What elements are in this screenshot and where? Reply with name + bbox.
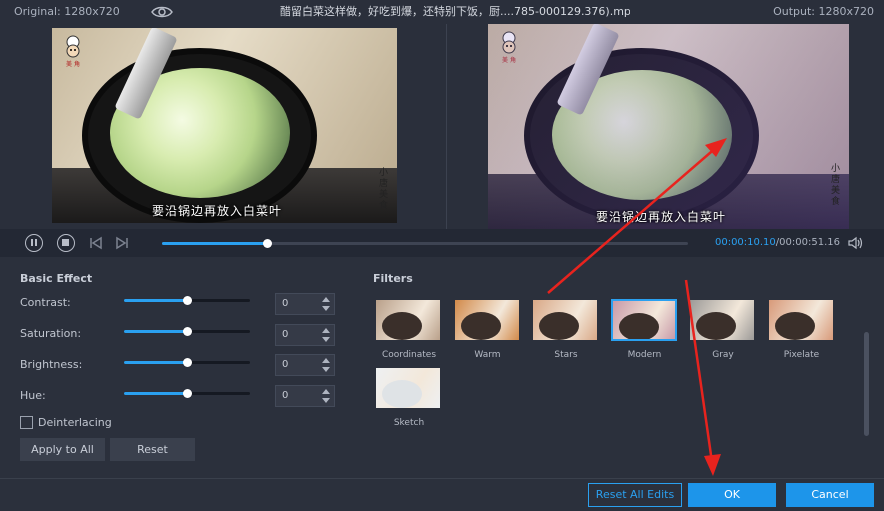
filters-title: Filters [373,272,413,285]
filter-warm[interactable]: Warm [454,299,522,360]
filter-thumbnail[interactable] [375,299,441,341]
reset-all-edits-button[interactable]: Reset All Edits [588,483,682,507]
filter-stars[interactable]: Stars [532,299,600,360]
saturation-stepper[interactable]: 0 [275,324,335,346]
hue-stepper[interactable]: 0 [275,385,335,407]
cancel-button[interactable]: Cancel [786,483,874,507]
svg-text:美 角: 美 角 [66,60,80,68]
playback-time: 00:00:10.10/00:00:51.16 [715,237,840,248]
vertical-watermark: 小唐美食 [379,168,389,211]
pause-button[interactable] [25,234,43,252]
filter-name: Pixelate [783,350,820,360]
decrement-arrow-icon[interactable] [322,306,330,311]
brightness-slider[interactable] [124,358,250,367]
vertical-watermark: 小唐美食 [831,164,841,207]
previous-frame-icon[interactable] [89,236,103,250]
video-subtitle: 要沿锅边再放入白菜叶 [596,210,727,224]
filter-thumbnail[interactable] [375,367,441,409]
effect-panel: Basic Effect Contrast: 0 Saturation: 0 B… [0,257,884,478]
decrement-arrow-icon[interactable] [322,398,330,403]
reset-button[interactable]: Reset [110,438,195,461]
brightness-stepper[interactable]: 0 [275,354,335,376]
decrement-arrow-icon[interactable] [322,337,330,342]
ok-button[interactable]: OK [688,483,776,507]
increment-arrow-icon[interactable] [322,389,330,394]
playback-progress-track[interactable] [162,239,688,248]
stop-button[interactable] [57,234,75,252]
filter-sketch[interactable]: Sketch [375,367,443,428]
deinterlacing-label: Deinterlacing [38,416,112,429]
playback-progress-handle[interactable] [263,239,273,248]
original-video-preview: 美 角 小唐美食 要沿锅边再放入白菜叶 [52,28,397,223]
hue-slider[interactable] [124,389,250,398]
apply-to-all-button[interactable]: Apply to All [20,438,105,461]
filter-thumbnail[interactable] [454,299,520,341]
chef-logo-icon: 美 角 [66,35,80,68]
filter-name: Stars [554,350,578,360]
filter-name: Modern [627,350,662,360]
filter-gray[interactable]: Gray [689,299,757,360]
filter-pixelate[interactable]: Pixelate [768,299,836,360]
dialog-footer: Reset All Edits OK Cancel [0,478,884,511]
deinterlacing-checkbox[interactable] [20,416,33,429]
hue-slider-handle[interactable] [183,389,192,398]
increment-arrow-icon[interactable] [322,328,330,333]
contrast-slider[interactable] [124,296,250,305]
filter-name: Coordinates [381,350,437,360]
playback-progress-fill [162,242,268,245]
original-resolution-label: Original: 1280x720 [14,5,120,18]
total-time: 00:00:51.16 [779,237,840,248]
saturation-slider-handle[interactable] [183,327,192,336]
increment-arrow-icon[interactable] [322,297,330,302]
contrast-label: Contrast: [20,296,71,309]
preview-divider [446,24,447,229]
filter-name: Gray [712,350,734,360]
contrast-slider-handle[interactable] [183,296,192,305]
eye-icon[interactable] [150,4,174,20]
filter-thumbnail[interactable] [532,299,598,341]
filter-scrollbar[interactable] [864,332,869,436]
brightness-slider-handle[interactable] [183,358,192,367]
filter-name: Sketch [393,418,425,428]
file-title: 醋留白菜这样做，好吃到爆，还特别下饭，厨....785-000129.376).… [280,5,630,18]
current-time: 00:00:10.10 [714,237,776,248]
brightness-label: Brightness: [20,358,83,371]
next-frame-icon[interactable] [115,236,129,250]
filter-modern[interactable]: Modern [610,299,679,360]
saturation-slider[interactable] [124,327,250,336]
decrement-arrow-icon[interactable] [322,367,330,372]
increment-arrow-icon[interactable] [322,358,330,363]
saturation-label: Saturation: [20,327,82,340]
filter-coordinates[interactable]: Coordinates [375,299,443,360]
filter-thumbnail[interactable] [689,299,755,341]
contrast-stepper[interactable]: 0 [275,293,335,315]
video-subtitle: 要沿锅边再放入白菜叶 [152,204,283,218]
playback-bar: 00:00:10.10/00:00:51.16 [0,229,884,257]
basic-effect-title: Basic Effect [20,272,93,285]
filter-name: Warm [474,350,501,360]
output-resolution-label: Output: 1280x720 [773,5,874,18]
preview-area: Original: 1280x720 醋留白菜这样做，好吃到爆，还特别下饭，厨.… [0,0,884,229]
filter-thumbnail[interactable] [768,299,834,341]
volume-icon[interactable] [848,236,864,250]
output-video-preview: 美 角 小唐美食 要沿锅边再放入白菜叶 [488,24,849,229]
hue-label: Hue: [20,389,46,402]
filter-thumbnail[interactable] [610,299,677,341]
preview-top-bar: Original: 1280x720 醋留白菜这样做，好吃到爆，还特别下饭，厨.… [0,0,884,24]
